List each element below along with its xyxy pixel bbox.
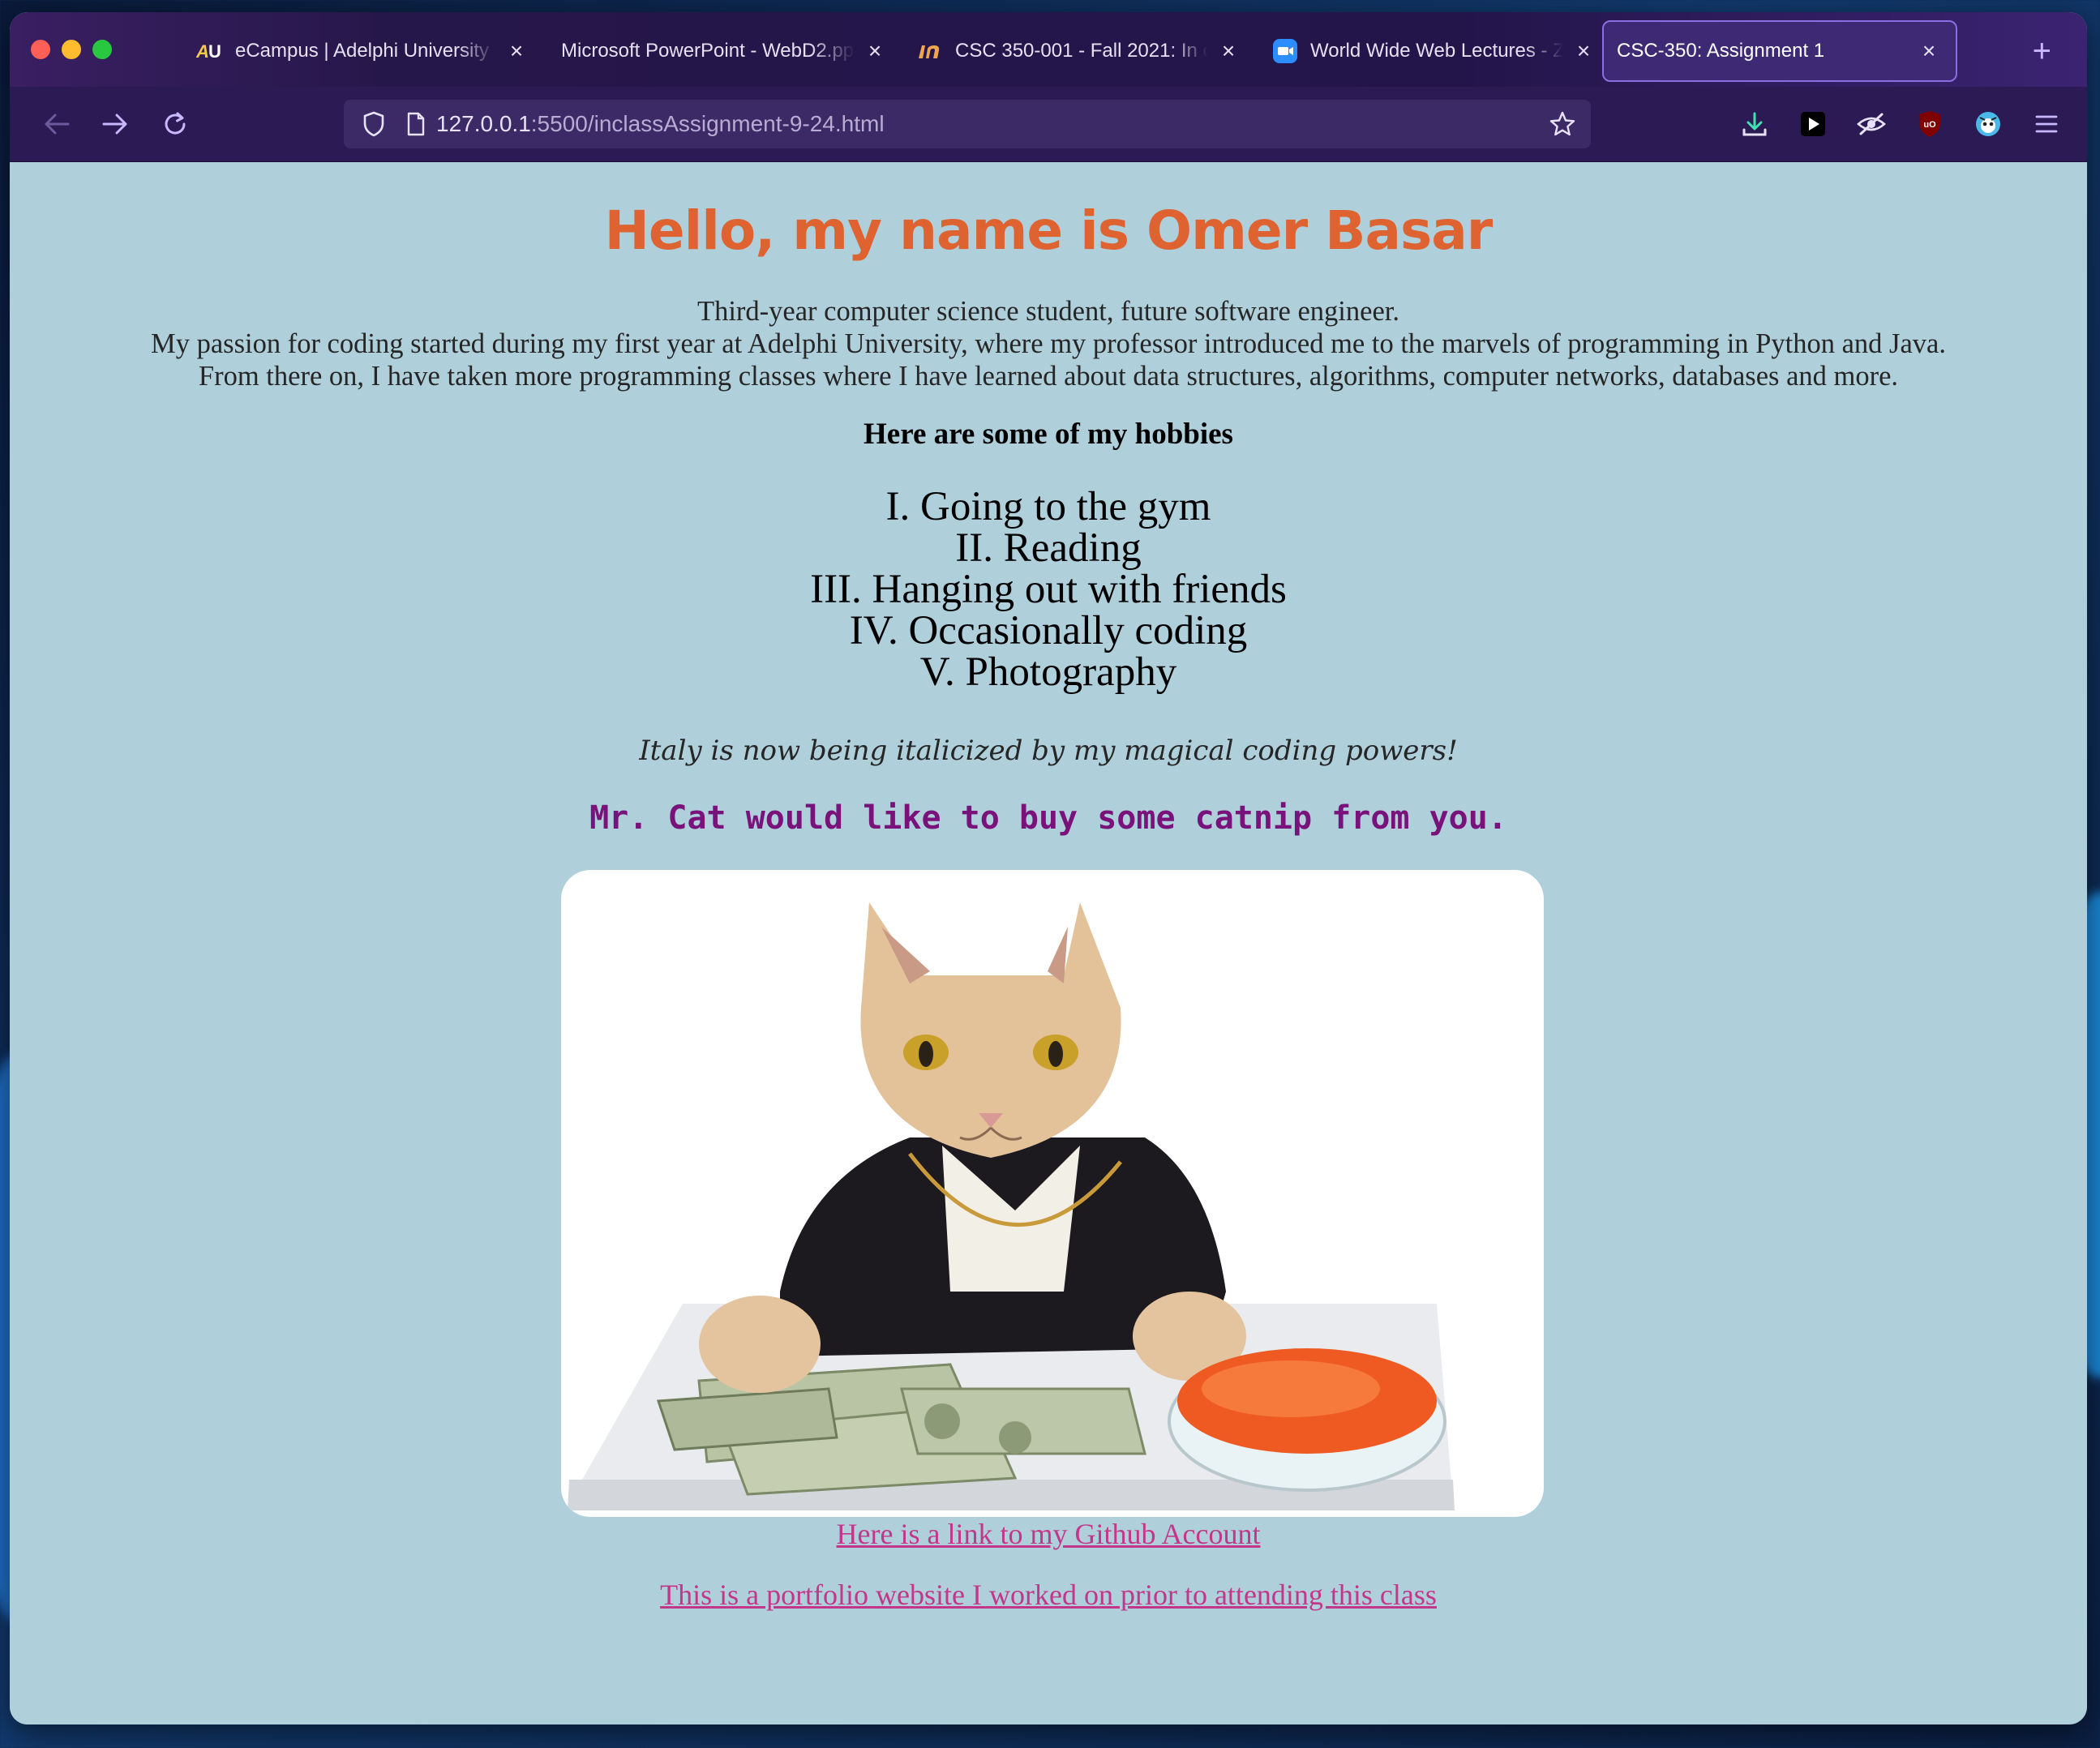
hobby-item: III. Hanging out with friends (810, 567, 1287, 612)
zoom-window-button[interactable] (92, 40, 112, 59)
close-window-button[interactable] (31, 40, 50, 59)
page-content: Hello, my name is Omer Basar Third-year … (10, 162, 2087, 1724)
hobby-item: I. Going to the gym (885, 484, 1211, 529)
instructure-icon (916, 37, 944, 65)
hobby-item: V. Photography (919, 649, 1177, 695)
page-heading: Hello, my name is Omer Basar (604, 199, 1494, 262)
forward-button[interactable] (99, 108, 131, 140)
svg-text:uO: uO (1923, 120, 1936, 130)
tab-assignment-active[interactable]: CSC-350: Assignment 1 × (1602, 20, 1957, 82)
ublock-origin-icon[interactable]: uO (1912, 106, 1948, 142)
browser-window: AU eCampus | Adelphi University × Micros… (10, 12, 2087, 1724)
shield-icon[interactable] (362, 110, 386, 138)
svg-text:A: A (196, 41, 209, 62)
hobby-item: II. Reading (955, 525, 1142, 571)
media-play-extension-icon[interactable] (1795, 106, 1831, 142)
zoom-icon (1271, 37, 1299, 65)
tab-csc350-canvas[interactable]: CSC 350-001 - Fall 2021: In cla × (916, 20, 1241, 82)
github-link[interactable]: Here is a link to my Github Account (10, 1517, 2087, 1551)
url-text[interactable]: 127.0.0.1:5500/inclassAssignment-9-24.ht… (436, 111, 885, 137)
portfolio-link[interactable]: This is a portfolio website I worked on … (10, 1578, 2087, 1612)
cat-illustration (568, 902, 1455, 1510)
hobbies-heading: Here are some of my hobbies (864, 418, 1233, 451)
url-host: 127.0.0.1 (436, 111, 531, 136)
intro-line: My passion for coding started during my … (151, 328, 1946, 359)
tab-label: eCampus | Adelphi University (235, 40, 490, 62)
intro-line: From there on, I have taken more program… (198, 361, 1899, 392)
tab-label: Microsoft PowerPoint - WebD2.ppt (561, 40, 855, 62)
back-button[interactable] (41, 108, 73, 140)
tab-label: CSC-350: Assignment 1 (1617, 40, 1825, 62)
hide-eye-extension-icon[interactable] (1854, 106, 1889, 142)
svg-text:U: U (208, 41, 221, 62)
tab-powerpoint[interactable]: Microsoft PowerPoint - WebD2.ppt × (561, 20, 887, 82)
intro-paragraph: Third-year computer science student, fut… (10, 295, 2087, 392)
bookmark-star-icon[interactable] (1549, 110, 1576, 138)
tab-bar: AU eCampus | Adelphi University × Micros… (10, 12, 2087, 87)
reload-icon (165, 112, 186, 135)
cat-sentence: Mr. Cat would like to buy some catnip fr… (589, 799, 1507, 837)
tab-zoom-lectures[interactable]: World Wide Web Lectures - Zo × (1271, 20, 1596, 82)
address-bar[interactable]: 127.0.0.1:5500/inclassAssignment-9-24.ht… (344, 100, 1591, 148)
tab-label: World Wide Web Lectures - Zo (1310, 40, 1563, 62)
cat-photo (561, 870, 1544, 1517)
close-icon[interactable]: × (1917, 39, 1941, 63)
extension-face-icon[interactable] (1970, 106, 2006, 142)
close-icon[interactable]: × (1216, 39, 1241, 63)
navigation-toolbar: 127.0.0.1:5500/inclassAssignment-9-24.ht… (10, 87, 2087, 162)
downloads-icon[interactable] (1737, 106, 1772, 142)
close-icon[interactable]: × (863, 39, 887, 63)
hobbies-list: I. Going to the gym II. Reading III. Han… (10, 486, 2087, 693)
close-icon[interactable]: × (1571, 39, 1596, 63)
tab-label: CSC 350-001 - Fall 2021: In cla (955, 40, 1208, 62)
minimize-window-button[interactable] (62, 40, 81, 59)
italic-sentence: Italy is now being italicized by my magi… (639, 735, 1458, 767)
tab-ecampus[interactable]: AU eCampus | Adelphi University × (196, 20, 529, 82)
close-icon[interactable]: × (504, 39, 529, 63)
url-path: :5500/inclassAssignment-9-24.html (530, 111, 885, 136)
hobby-item: IV. Occasionally coding (849, 608, 1248, 653)
new-tab-button[interactable]: + (2033, 35, 2051, 67)
hamburger-menu-icon[interactable] (2029, 106, 2064, 142)
back-arrow-icon (45, 114, 70, 135)
adelphi-logo-icon: AU (196, 37, 224, 65)
forward-arrow-icon (102, 114, 127, 135)
page-info-icon[interactable] (405, 111, 426, 137)
intro-line: Third-year computer science student, fut… (697, 296, 1399, 327)
reload-button[interactable] (159, 108, 191, 140)
